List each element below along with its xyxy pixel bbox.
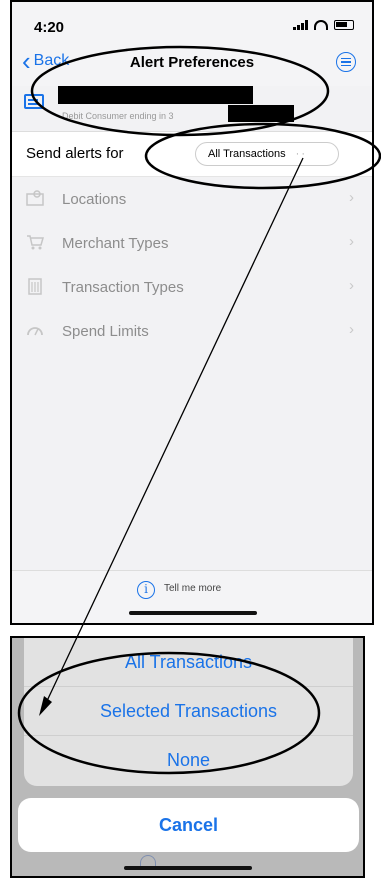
home-indicator (129, 611, 257, 615)
option-all-transactions[interactable]: All Transactions (24, 638, 353, 687)
cart-icon (26, 233, 44, 251)
filter-label: Transaction Types (62, 279, 184, 296)
account-subtitle: Debit Consumer ending in 3 (62, 111, 174, 121)
option-none[interactable]: None (24, 736, 353, 784)
option-selected-transactions[interactable]: Selected Transactions (24, 687, 353, 736)
filter-row-spend-limits[interactable]: Spend Limits › (12, 309, 372, 353)
wifi-icon (314, 20, 328, 30)
redacted-account-name (58, 86, 253, 104)
battery-icon (334, 20, 354, 30)
status-time: 4:20 (34, 19, 65, 36)
navigation-bar: ‹ Back Alert Preferences (12, 46, 372, 86)
send-alerts-row: Send alerts for All Transactions ·· (12, 132, 372, 177)
filter-row-locations[interactable]: Locations › (12, 177, 372, 221)
chevron-right-icon: › (349, 321, 354, 338)
send-alerts-selector[interactable]: All Transactions ·· (195, 142, 339, 166)
filter-label: Spend Limits (62, 323, 149, 340)
chevron-right-icon: › (349, 233, 354, 250)
account-header: Debit Consumer ending in 3 (12, 86, 372, 132)
building-icon (26, 277, 44, 295)
map-icon (26, 189, 44, 207)
redacted-account-number (228, 105, 294, 122)
filter-row-transaction-types[interactable]: Transaction Types › (12, 265, 372, 309)
signal-icon (293, 20, 308, 30)
gauge-icon (26, 321, 44, 339)
filter-list: Locations › Merchant Types › Transaction… (12, 177, 372, 353)
more-dots-icon: ·· (295, 148, 307, 160)
footer-bar: i Tell me more (12, 570, 372, 623)
chevron-right-icon: › (349, 189, 354, 206)
action-sheet-screen: All Transactions Selected Transactions N… (10, 636, 365, 878)
action-sheet: All Transactions Selected Transactions N… (24, 638, 353, 786)
cancel-button[interactable]: Cancel (18, 798, 359, 852)
send-alerts-value: All Transactions (208, 148, 286, 160)
card-icon (24, 94, 44, 109)
filter-label: Merchant Types (62, 235, 169, 252)
send-alerts-label: Send alerts for (26, 145, 124, 162)
alert-preferences-screen: 4:20 ‹ Back Alert Preferences Debit Cons… (10, 0, 374, 625)
tell-me-more-link[interactable]: Tell me more (164, 583, 221, 594)
info-icon[interactable]: i (137, 581, 155, 599)
status-bar: 4:20 (12, 2, 372, 46)
filter-row-merchant-types[interactable]: Merchant Types › (12, 221, 372, 265)
home-indicator (124, 866, 252, 870)
menu-icon[interactable] (336, 52, 356, 72)
status-icons (293, 20, 354, 30)
filter-label: Locations (62, 191, 127, 208)
chevron-right-icon: › (349, 277, 354, 294)
page-title: Alert Preferences (129, 54, 255, 71)
